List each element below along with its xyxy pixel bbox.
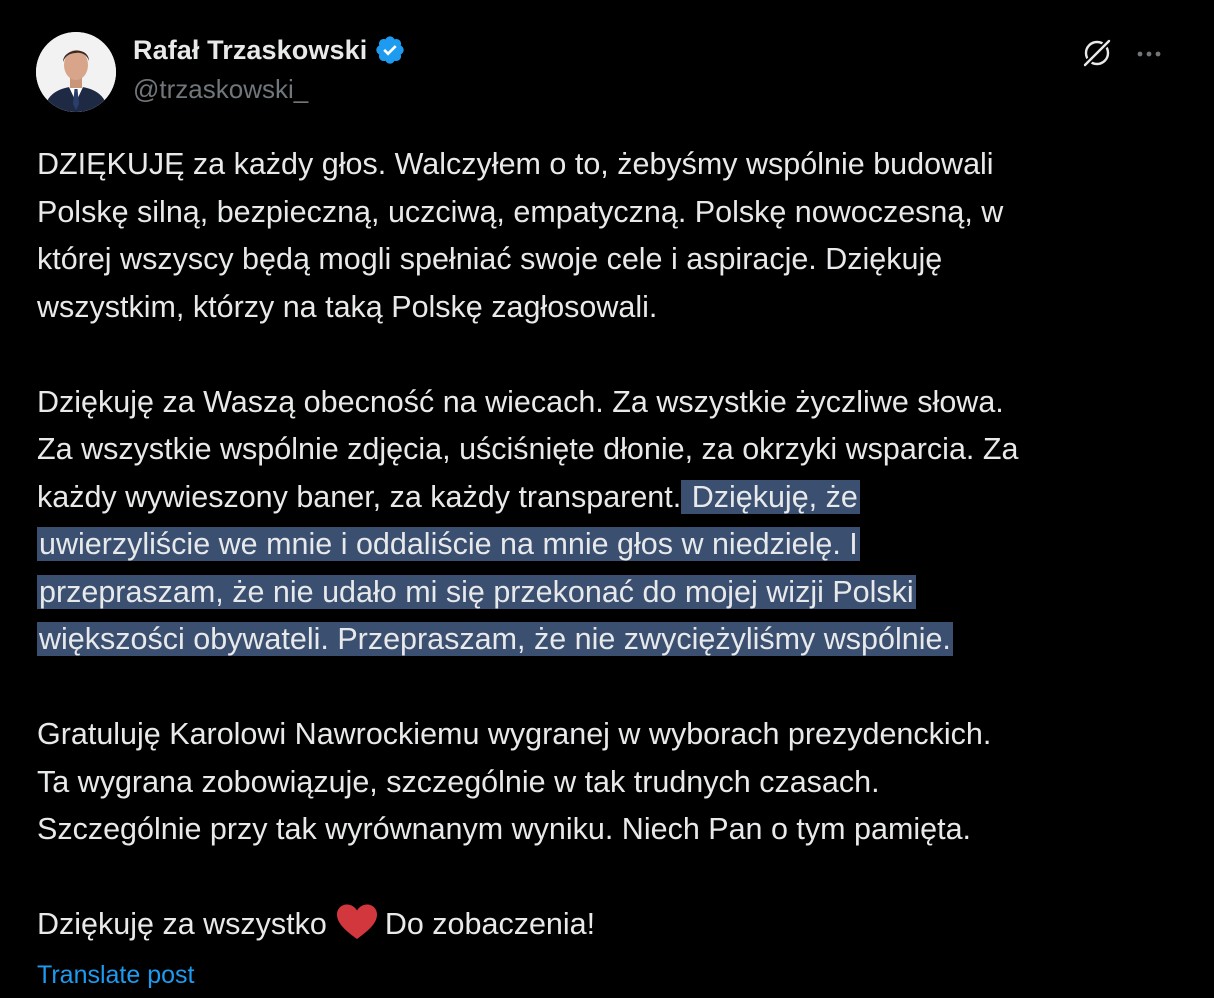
text-line: Gratuluję Karolowi Nawrockiemu wygranej …	[37, 717, 992, 751]
selected-text: przepraszam, że nie udało mi się przekon…	[37, 574, 916, 609]
grok-icon[interactable]	[1079, 35, 1115, 71]
text-line: każdy wywieszony baner, za każdy transpa…	[37, 474, 1187, 522]
text-line: której wszyscy będą mogli spełniać swoje…	[37, 242, 943, 276]
text-plain: każdy wywieszony baner, za każdy transpa…	[37, 479, 682, 514]
paragraph-1: DZIĘKUJĘ za każdy głos. Walczyłem o to, …	[37, 141, 1187, 331]
translate-post-link[interactable]: Translate post	[37, 961, 194, 990]
paragraph-2: Dziękuję za Waszą obecność na wiecach. Z…	[37, 379, 1187, 664]
post-text: DZIĘKUJĘ za każdy głos. Walczyłem o to, …	[37, 141, 1187, 949]
avatar[interactable]	[36, 32, 116, 112]
heart-icon	[335, 903, 379, 941]
more-icon[interactable]	[1131, 36, 1167, 72]
display-name[interactable]: Rafał Trzaskowski	[133, 35, 367, 66]
author-handle[interactable]: @trzaskowski_	[133, 74, 308, 105]
profile-photo	[36, 32, 116, 112]
text-line: przepraszam, że nie udało mi się przekon…	[37, 569, 1187, 617]
text-line: Ta wygrana zobowiązuje, szczególnie w ta…	[37, 764, 880, 799]
text-line: wszystkim, którzy na taką Polskę zagłoso…	[37, 289, 658, 324]
text-line: Szczególnie przy tak wyrównanym wyniku. …	[37, 812, 972, 846]
paragraph-3: Gratuluję Karolowi Nawrockiemu wygranej …	[37, 711, 1187, 854]
text-line: DZIĘKUJĘ za każdy głos. Walczyłem o to, …	[37, 147, 994, 181]
selected-text: większości obywateli. Przepraszam, że ni…	[37, 622, 953, 656]
text-line: Polskę silną, bezpieczną, uczciwą, empat…	[37, 194, 1004, 229]
selected-text: Dziękuję, że	[681, 479, 860, 514]
text-plain: Dziękuję za wszystko	[37, 907, 327, 941]
text-line: uwierzyliście we mnie i oddaliście na mn…	[37, 521, 1187, 569]
selected-text: uwierzyliście we mnie i oddaliście na mn…	[37, 527, 860, 561]
text-line: Za wszystkie wspólnie zdjęcia, uściśnięt…	[37, 432, 1019, 466]
text-line: Dziękuję za Waszą obecność na wiecach. Z…	[37, 384, 1004, 419]
text-plain: Do zobaczenia!	[384, 907, 596, 941]
post: Rafał Trzaskowski @trzaskowski_ DZIĘKUJĘ…	[0, 0, 1214, 998]
paragraph-4: Dziękuję za wszystko Do zobaczenia!	[37, 901, 1187, 949]
verified-badge-icon[interactable]	[374, 34, 406, 66]
text-line: większości obywateli. Przepraszam, że ni…	[37, 616, 1187, 664]
author-name-row[interactable]: Rafał Trzaskowski	[133, 30, 406, 70]
text-line: Dziękuję za wszystko Do zobaczenia!	[37, 901, 1187, 949]
